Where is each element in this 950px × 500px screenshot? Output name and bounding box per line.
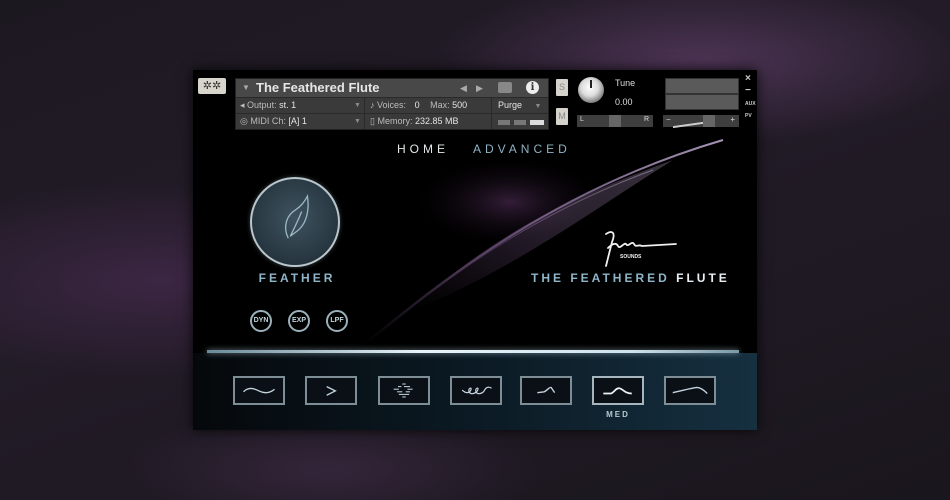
tab-advanced[interactable]: ADVANCED (473, 142, 571, 156)
info-icon[interactable]: i (526, 81, 539, 94)
volume-handle[interactable] (703, 115, 715, 127)
pan-left-label: L (580, 116, 584, 123)
product-title-part2: FLUTE (676, 271, 730, 285)
camera-icon[interactable] (498, 82, 512, 93)
voices-display: ♪ Voices: 0 Max: 500 (370, 98, 467, 113)
midi-icon: ◎ (240, 116, 248, 126)
voices-value: 0 (414, 100, 420, 110)
memory-icon: ▯ (370, 116, 375, 126)
output-selector[interactable]: ◂ Output: st. 1 ▼ (240, 98, 361, 113)
chevron-icon (326, 386, 337, 396)
chevron-down-icon: ▼ (534, 103, 542, 110)
arch-icon (603, 387, 632, 395)
product-title-part1: THE FEATHERED (531, 271, 677, 285)
next-instrument-icon[interactable]: ▶ (476, 79, 483, 97)
exp-toggle[interactable]: EXP (288, 310, 310, 332)
solo-button[interactable]: S (556, 79, 568, 96)
volume-slider[interactable]: − + (663, 115, 739, 129)
feather-icon (285, 194, 309, 239)
articulation-trill-button[interactable] (450, 376, 502, 405)
gear-icon: ✲✲ (202, 80, 222, 92)
voices-label: Voices: (377, 100, 407, 110)
midi-value: [A] 1 (288, 116, 307, 126)
wave-icon (243, 387, 275, 394)
pv-button[interactable]: PV (745, 113, 752, 119)
midi-channel-selector[interactable]: ◎ MIDI Ch: [A] 1 ▼ (240, 114, 361, 129)
max-label: Max: (430, 100, 450, 110)
cpu-meter-segment (514, 120, 526, 125)
signature-subtitle: SOUNDS (620, 254, 642, 260)
voices-icon: ♪ (370, 100, 375, 110)
dashes-icon (393, 383, 413, 398)
tune-knob[interactable] (578, 77, 604, 103)
prev-instrument-icon[interactable]: ◀ (460, 79, 467, 97)
signature-logo: SOUNDS (605, 231, 677, 267)
kontakt-instrument-window: ✲✲ ▼ The Feathered Flute ◀ ▶ i ◂ Output:… (193, 70, 757, 430)
volume-minus: − (666, 115, 671, 124)
articulation-short-swell-button[interactable] (520, 376, 572, 405)
tab-advanced-label: ADVANCED (473, 142, 571, 156)
feather-label: FEATHER (258, 271, 336, 285)
articulation-medium-swell-button[interactable] (592, 376, 644, 405)
purge-label: Purge (498, 100, 523, 110)
memory-display: ▯ Memory: 232.85 MB (370, 114, 459, 129)
lpf-toggle[interactable]: LPF (326, 310, 348, 332)
tab-home[interactable]: HOME (397, 142, 449, 156)
level-meter-right (665, 94, 739, 110)
instrument-header: ▼ The Feathered Flute ◀ ▶ i ◂ Output: st… (235, 78, 549, 130)
volume-ramp (673, 121, 703, 129)
pan-right-label: R (643, 116, 649, 123)
pan-handle[interactable] (609, 115, 621, 127)
output-label: Output: (247, 100, 277, 110)
product-title: THE FEATHERED FLUTE (531, 271, 730, 285)
memory-value: 232.85 MB (415, 116, 459, 126)
volume-plus: + (730, 115, 735, 124)
articulation-flutter-button[interactable] (378, 376, 430, 405)
memory-label: Memory: (377, 116, 413, 126)
collapse-arrow-icon[interactable]: ▼ (242, 79, 250, 97)
output-value: st. 1 (279, 100, 297, 110)
articulation-selected-caption: MED (606, 410, 630, 419)
articulation-accent-button[interactable] (305, 376, 357, 405)
dyn-toggle[interactable]: DYN (250, 310, 272, 332)
close-icon[interactable]: × (745, 73, 751, 84)
tab-home-label: HOME (397, 142, 449, 156)
instrument-options-button[interactable]: ✲✲ (198, 78, 226, 94)
pan-slider[interactable]: L R (577, 115, 653, 127)
max-voices-value[interactable]: 500 (452, 100, 467, 110)
feather-knob[interactable] (250, 177, 340, 267)
instrument-name[interactable]: The Feathered Flute (256, 79, 380, 97)
tune-label: Tune (615, 78, 636, 88)
articulation-legato-button[interactable] (233, 376, 285, 405)
mute-button[interactable]: M (556, 108, 568, 125)
loops-icon (461, 386, 492, 395)
swoosh-decoration (362, 139, 724, 346)
aux-button[interactable]: AUX (745, 101, 756, 107)
speaker-icon: ◂ (240, 100, 245, 110)
glow-divider (207, 350, 739, 353)
chevron-down-icon: ▼ (354, 118, 361, 125)
articulation-long-swell-button[interactable] (664, 376, 716, 405)
minimize-icon[interactable]: − (745, 85, 751, 96)
chevron-down-icon: ▼ (354, 102, 361, 109)
hook-icon (537, 386, 556, 394)
midi-label: MIDI Ch: (250, 116, 286, 126)
cpu-meter-segment (498, 120, 510, 125)
purge-menu[interactable]: Purge ▼ (498, 98, 541, 114)
level-meter-left (665, 78, 739, 94)
long-arch-icon (672, 386, 708, 395)
cpu-meter-segment (530, 120, 544, 125)
tune-value: 0.00 (615, 97, 633, 107)
